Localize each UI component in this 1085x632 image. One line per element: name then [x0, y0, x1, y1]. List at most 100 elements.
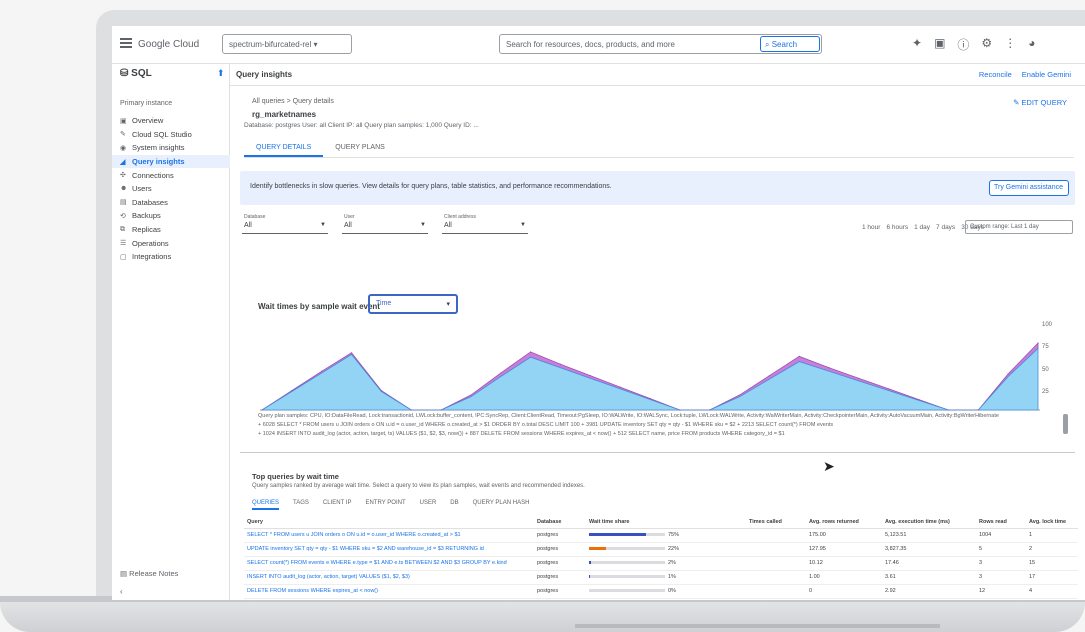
chart-point [291, 390, 293, 392]
help-icon[interactable]: ⓘ [957, 36, 969, 53]
chart-point [350, 352, 353, 354]
tab-entry-point[interactable]: ENTRY POINT [365, 500, 405, 510]
col-rows-read[interactable]: Rows read [976, 516, 1026, 529]
filter-value: All [244, 222, 252, 229]
tab-queries[interactable]: QUERIES [252, 500, 280, 510]
mouse-cursor-icon: ➤ [823, 458, 835, 474]
sidebar-item-integrations[interactable]: ▢ Integrations [112, 250, 230, 264]
tab-user[interactable]: USER [420, 500, 437, 510]
table-row[interactable]: UPDATE inventory SET qty = qty - $1 WHER… [244, 542, 1078, 557]
header-link-0[interactable]: Reconcile [979, 70, 1012, 79]
col-query[interactable]: Query [244, 516, 534, 529]
collapse-icon[interactable]: ‹ [120, 587, 123, 596]
page-title: Query insights [236, 70, 293, 79]
wait-share-fill [589, 561, 591, 565]
query-cell[interactable]: DELETE FROM sessions WHERE expires_at < … [244, 584, 534, 599]
tab-client-ip[interactable]: CLIENT IP [323, 500, 352, 510]
tab-query-plan-hash[interactable]: QUERY PLAN HASH [473, 500, 530, 510]
range-7d[interactable]: 7 days [936, 224, 955, 231]
more-icon[interactable]: ⋮ [1004, 36, 1016, 53]
tab-query-details[interactable]: QUERY DETAILS [244, 140, 324, 157]
chart-point [947, 409, 950, 411]
gemini-button[interactable]: Try Gemini assistance [989, 180, 1069, 196]
sidebar-item-query-insights[interactable]: ◢ Query insights [112, 154, 230, 169]
sidebar-item-icon: ⟲ [120, 212, 126, 220]
range-1d[interactable]: 1 day [914, 224, 930, 231]
header-links: Reconcile Enable Gemini [979, 70, 1071, 79]
breadcrumb[interactable]: All queries > Query details [252, 98, 334, 105]
sidebar-item-system-insights[interactable]: ◉ System insights [112, 141, 230, 155]
sidebar-item-replicas[interactable]: ⧉ Replicas [112, 223, 230, 237]
sidebar-item-label: Query insights [132, 157, 185, 167]
range-1h[interactable]: 1 hour [862, 224, 880, 231]
avatar[interactable]: ◕ [1028, 36, 1035, 53]
sidebar-section: Primary instance [120, 100, 173, 107]
custom-range-select[interactable]: Custom range: Last 1 day [965, 220, 1073, 234]
product-title: ⛁ SQL [120, 68, 152, 79]
database-cell: postgres [534, 556, 586, 571]
table-row[interactable]: SELECT count(*) FROM events e WHERE e.ty… [244, 556, 1078, 571]
col-exec-time[interactable]: Avg. execution time (ms) [882, 516, 976, 529]
sidebar-item-cloud-sql-studio[interactable]: ✎ Cloud SQL Studio [112, 128, 230, 142]
tab-tags[interactable]: TAGS [293, 500, 309, 510]
tab-query-plans[interactable]: QUERY PLANS [323, 140, 397, 157]
sidebar-item-overview[interactable]: ▣ Overview [112, 114, 230, 128]
chart-point [649, 397, 651, 400]
table-row[interactable]: INSERT INTO audit_log (actor, action, ta… [244, 570, 1078, 585]
col-lock-time[interactable]: Avg. lock time [1026, 516, 1078, 529]
project-picker[interactable]: spectrum-bifurcated-rel ▾ [222, 34, 352, 54]
chart-select-value: Time [376, 300, 392, 307]
chevron-down-icon: ▾ [446, 301, 450, 308]
chart-point [709, 409, 711, 411]
chart-metric-select[interactable]: Time ▾ [368, 294, 458, 314]
query-cell[interactable]: SELECT count(*) FROM events e WHERE e.ty… [244, 556, 534, 571]
sidebar-item-users[interactable]: ☻ Users [112, 182, 230, 196]
table-body: SELECT * FROM users u JOIN orders o ON u… [244, 528, 1078, 599]
chevron-down-icon: ▼ [420, 222, 426, 228]
col-database[interactable]: Database [534, 516, 586, 529]
brand-logo[interactable]: Google Cloud [138, 39, 199, 50]
client-address-filter[interactable]: Client address All ▼ [442, 214, 528, 234]
legend-scrollbar[interactable] [1063, 414, 1068, 434]
search-button[interactable]: ⌕ Search [760, 36, 820, 52]
sidebar-item-backups[interactable]: ⟲ Backups [112, 209, 230, 223]
times-called-cell [746, 570, 806, 585]
release-notes-link[interactable]: ▤ Release Notes [120, 569, 178, 578]
lock-time-cell: 2 [1026, 542, 1078, 557]
tab-db[interactable]: DB [450, 500, 458, 510]
sidebar-item-databases[interactable]: ▤ Databases [112, 196, 230, 210]
release-notes-label: Release Notes [129, 569, 179, 578]
settings-icon[interactable]: ⚙ [981, 36, 992, 53]
table-row[interactable]: DELETE FROM sessions WHERE expires_at < … [244, 584, 1078, 599]
query-cell[interactable]: UPDATE inventory SET qty = qty - $1 WHER… [244, 542, 534, 557]
col-rows-returned[interactable]: Avg. rows returned [806, 516, 882, 529]
header-link-1[interactable]: Enable Gemini [1022, 70, 1071, 79]
rows-read-cell: 5 [976, 542, 1026, 557]
wait-share-cell: 2% [586, 556, 746, 571]
database-cell: postgres [534, 528, 586, 543]
col-times-called[interactable]: Times called [746, 516, 806, 529]
sidebar-item-label: Operations [132, 238, 169, 248]
sidebar-item-connections[interactable]: ✣ Connections [112, 168, 230, 182]
col-wait-share[interactable]: Wait time share [586, 516, 746, 529]
chart-label: Wait times by sample wait event [258, 302, 380, 311]
terminal-icon[interactable]: ▣ [934, 36, 945, 53]
chart-point [619, 386, 621, 388]
pin-icon[interactable]: ⬆ [217, 68, 225, 79]
user-filter[interactable]: User All ▼ [342, 214, 428, 234]
times-called-cell [746, 584, 806, 599]
chart-point [918, 398, 920, 401]
wait-share-bar [589, 575, 665, 579]
rows-returned-cell: 10.12 [806, 556, 882, 571]
database-filter[interactable]: Database All ▼ [242, 214, 328, 234]
table-row[interactable]: SELECT * FROM users u JOIN orders o ON u… [244, 528, 1078, 543]
query-cell[interactable]: SELECT * FROM users u JOIN orders o ON u… [244, 528, 534, 543]
range-6h[interactable]: 6 hours [886, 224, 908, 231]
menu-icon[interactable] [120, 38, 132, 48]
table-title: Top queries by wait time [252, 472, 339, 481]
rows-returned-cell: 1.00 [806, 570, 882, 585]
query-cell[interactable]: INSERT INTO audit_log (actor, action, ta… [244, 570, 534, 585]
add-icon[interactable]: ✦ [912, 36, 922, 53]
edit-query-button[interactable]: ✎ EDIT QUERY [1013, 98, 1067, 107]
sidebar-item-operations[interactable]: ☰ Operations [112, 236, 230, 250]
